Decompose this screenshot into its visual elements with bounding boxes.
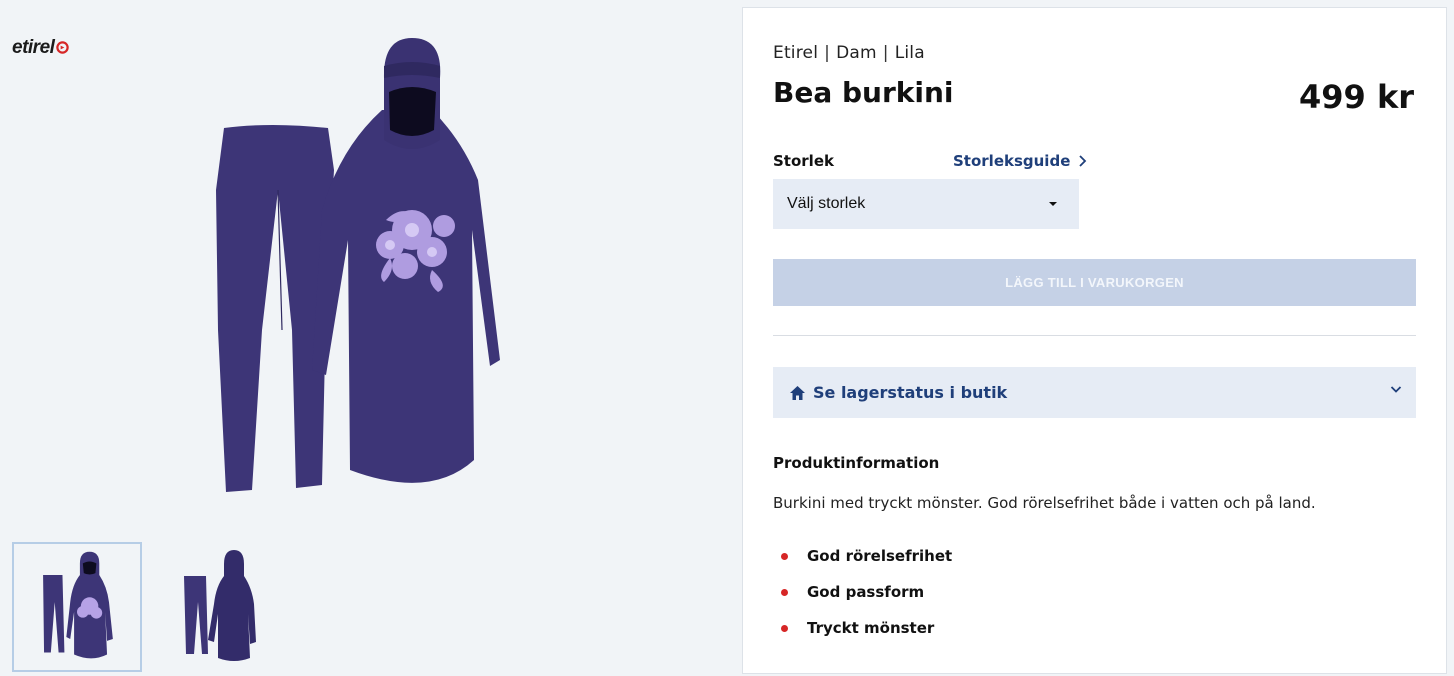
bullet-icon [781,552,788,560]
list-item: Tryckt mönster [781,610,952,646]
product-gallery: etirel [0,0,742,674]
list-item: God passform [781,574,952,610]
product-description: Burkini med tryckt mönster. God rörelsef… [773,494,1316,512]
product-title: Bea burkini [773,76,954,109]
breadcrumb-category[interactable]: Dam [836,43,877,63]
list-item: God rörelsefrihet [781,538,952,574]
size-select[interactable]: Välj storlek [773,179,1079,229]
thumbnail-back-image [184,550,256,661]
bullet-icon [781,588,788,596]
size-label: Storlek [773,152,834,170]
breadcrumb-color[interactable]: Lila [895,43,925,63]
chevron-down-icon [1390,386,1402,393]
size-guide-label: Storleksguide [953,152,1071,170]
feature-text: God rörelsefrihet [807,547,953,565]
thumbnail-back[interactable] [158,542,288,672]
breadcrumb-separator: | [824,43,831,63]
feature-text: God passform [807,583,925,601]
main-product-image[interactable] [200,30,520,505]
chevron-right-icon [1079,155,1087,167]
store-stock-status-label: Se lagerstatus i butik [813,383,1008,402]
home-icon [790,385,805,400]
thumbnail-front[interactable] [12,542,142,672]
breadcrumb-separator: | [882,43,889,63]
feature-text: Tryckt mönster [807,619,935,637]
product-details-panel: Etirel | Dam | Lila Bea burkini 499 kr Storl… [742,7,1447,674]
brand-logo[interactable]: etirel [12,37,70,59]
thumbnail-front-image [43,551,113,659]
breadcrumb: Etirel | Dam | Lila [773,43,925,63]
bullet-icon [781,624,788,632]
feature-list: God rörelsefrihet God passform Tryckt mö… [781,538,952,646]
brand-logo-text: etirel [12,37,55,58]
product-info-heading: Produktinformation [773,454,940,472]
divider [773,335,1416,336]
size-guide-link[interactable]: Storleksguide [953,152,1087,170]
add-to-cart-button[interactable]: LÄGG TILL I VARUKORGEN [773,259,1416,306]
store-stock-status-toggle[interactable]: Se lagerstatus i butik [773,367,1416,418]
product-price: 499 kr [1299,78,1414,116]
caret-down-icon [1049,202,1057,206]
brand-logo-mark-icon [56,40,70,54]
breadcrumb-brand[interactable]: Etirel [773,43,818,63]
size-select-value: Välj storlek [787,195,866,212]
